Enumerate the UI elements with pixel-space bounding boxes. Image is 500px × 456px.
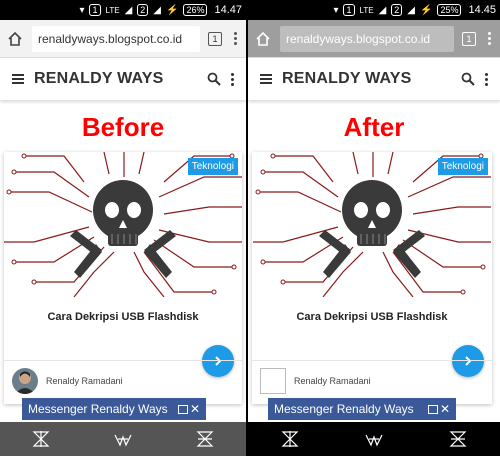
messenger-chat-bar[interactable]: Messenger Renaldy Ways ✕ <box>268 398 456 420</box>
read-more-button[interactable] <box>452 345 484 377</box>
author-row: Renaldy Ramadani <box>12 368 123 394</box>
sim1-indicator: 1 <box>89 4 101 16</box>
home-icon[interactable] <box>6 30 24 48</box>
signal-icon: ◢ <box>378 4 387 16</box>
url-field[interactable]: renaldyways.blogspot.co.id <box>32 25 200 52</box>
sim1-indicator: 1 <box>343 4 355 16</box>
browser-toolbar: renaldyways.blogspot.co.id 1 <box>0 20 246 58</box>
home-nav-icon[interactable] <box>113 429 133 449</box>
hamburger-menu-icon[interactable] <box>260 74 272 84</box>
tab-switcher-button[interactable]: 1 <box>208 31 222 46</box>
signal-icon: ◢ <box>153 4 161 16</box>
battery-level: 25% <box>437 4 462 16</box>
url-field[interactable]: renaldyways.blogspot.co.id <box>280 25 454 52</box>
blog-header: RENALDY WAYS <box>248 58 500 100</box>
blog-header: RENALDY WAYS <box>0 58 246 100</box>
status-bar: ▾ 1 LTE ◢ 2 ◢ ⚡ 26% 14.47 <box>0 0 246 20</box>
search-icon[interactable] <box>207 72 221 86</box>
wifi-icon: ▾ <box>79 4 85 16</box>
navigation-bar <box>0 422 246 456</box>
card-divider <box>4 360 242 361</box>
search-icon[interactable] <box>461 72 475 86</box>
charging-icon: ⚡ <box>420 4 433 16</box>
author-name: Renaldy Ramadani <box>46 376 123 386</box>
navigation-bar <box>248 422 500 456</box>
chevron-right-icon <box>465 356 472 366</box>
messenger-chat-bar[interactable]: Messenger Renaldy Ways ✕ <box>22 398 206 420</box>
charging-icon: ⚡ <box>166 4 179 16</box>
broken-image-avatar <box>260 368 286 394</box>
more-options-icon[interactable] <box>231 72 234 86</box>
avatar <box>12 368 38 394</box>
recents-nav-icon[interactable] <box>448 429 468 449</box>
network-type: LTE <box>359 5 374 15</box>
sim2-indicator: 2 <box>137 4 149 16</box>
browser-menu-icon[interactable] <box>484 32 494 45</box>
back-nav-icon[interactable] <box>280 429 300 449</box>
author-name: Renaldy Ramadani <box>294 376 371 386</box>
signal-icon: ◢ <box>407 4 415 16</box>
post-card[interactable]: Teknologi Cara Dekripsi USB Flashdisk Re… <box>252 152 492 404</box>
network-type: LTE <box>105 5 120 15</box>
category-badge[interactable]: Teknologi <box>187 158 238 175</box>
more-options-icon[interactable] <box>485 72 488 86</box>
compare-label: After <box>343 112 405 142</box>
signal-icon: ◢ <box>124 4 133 16</box>
blog-title[interactable]: RENALDY WAYS <box>34 70 197 88</box>
clock: 14.47 <box>214 4 242 16</box>
close-icon[interactable]: ✕ <box>440 403 450 415</box>
wifi-icon: ▾ <box>333 4 339 16</box>
post-thumbnail[interactable]: Teknologi <box>4 152 242 297</box>
minimize-icon[interactable] <box>427 404 438 414</box>
post-card[interactable]: Teknologi Cara Dekripsi USB Flashdisk Re… <box>4 152 242 404</box>
sim2-indicator: 2 <box>391 4 403 16</box>
post-title[interactable]: Cara Dekripsi USB Flashdisk <box>4 311 242 323</box>
home-nav-icon[interactable] <box>364 429 384 449</box>
clock: 14.45 <box>468 4 496 16</box>
post-title[interactable]: Cara Dekripsi USB Flashdisk <box>252 311 492 323</box>
close-icon[interactable]: ✕ <box>190 403 200 415</box>
battery-level: 26% <box>183 4 208 16</box>
home-icon[interactable] <box>254 30 272 48</box>
before-screen: ▾ 1 LTE ◢ 2 ◢ ⚡ 26% 14.47 renaldyways.bl… <box>0 0 246 456</box>
post-thumbnail[interactable]: Teknologi <box>252 152 492 297</box>
category-badge[interactable]: Teknologi <box>437 158 488 175</box>
tab-switcher-button[interactable]: 1 <box>462 31 476 46</box>
browser-toolbar: renaldyways.blogspot.co.id 1 <box>248 20 500 58</box>
recents-nav-icon[interactable] <box>195 429 215 449</box>
card-divider <box>252 360 492 361</box>
minimize-icon[interactable] <box>177 404 188 414</box>
hamburger-menu-icon[interactable] <box>12 74 24 84</box>
chevron-right-icon <box>215 356 222 366</box>
read-more-button[interactable] <box>202 345 234 377</box>
messenger-title: Messenger Renaldy Ways <box>28 402 168 416</box>
author-row: Renaldy Ramadani <box>260 368 371 394</box>
after-screen: ▾ 1 LTE ◢ 2 ◢ ⚡ 25% 14.45 renaldyways.bl… <box>248 0 500 456</box>
messenger-title: Messenger Renaldy Ways <box>274 402 414 416</box>
compare-label: Before <box>81 112 165 142</box>
back-nav-icon[interactable] <box>31 429 51 449</box>
blog-title[interactable]: RENALDY WAYS <box>282 70 451 88</box>
browser-menu-icon[interactable] <box>230 32 240 45</box>
status-bar: ▾ 1 LTE ◢ 2 ◢ ⚡ 25% 14.45 <box>248 0 500 20</box>
